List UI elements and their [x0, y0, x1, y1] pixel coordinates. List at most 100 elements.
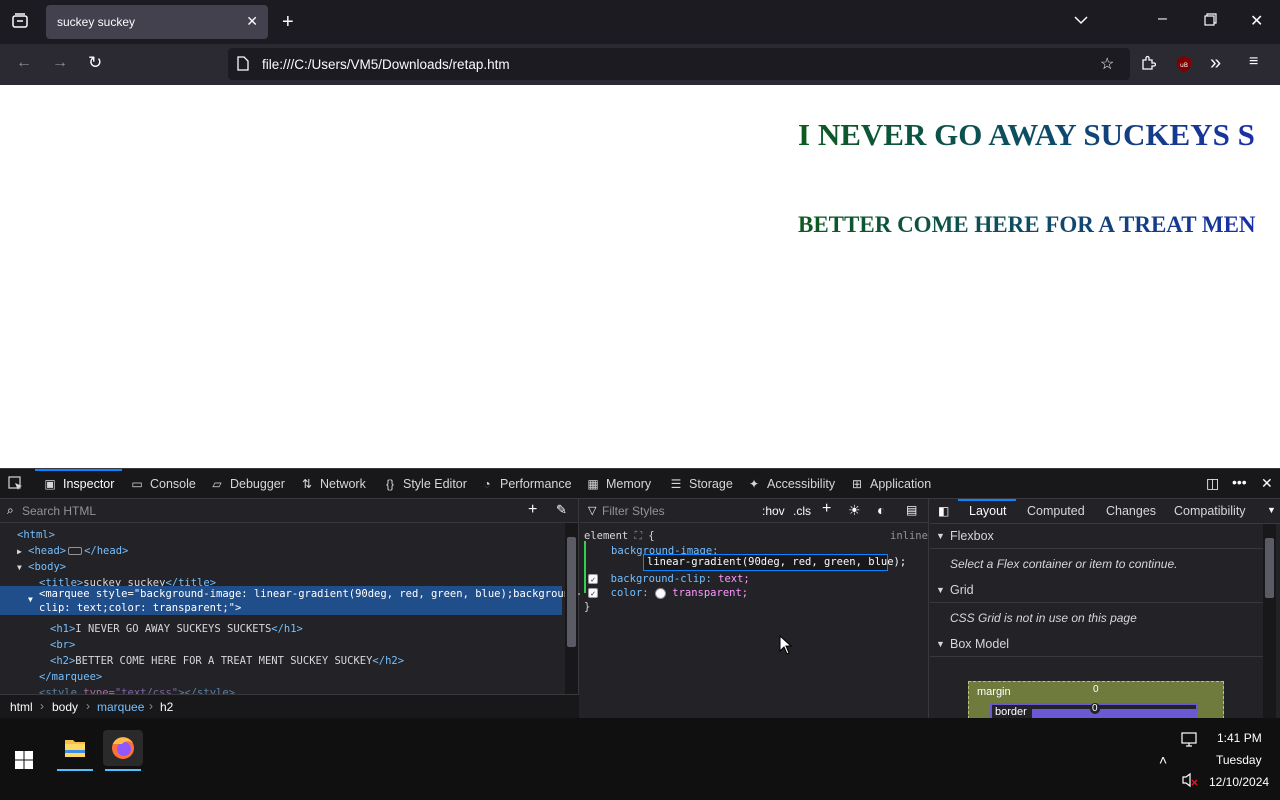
close-devtools-icon[interactable]: ✕: [1261, 475, 1273, 492]
network-icon[interactable]: [1181, 732, 1199, 751]
markup-line-body[interactable]: ▼ <body>: [17, 561, 66, 573]
eyedropper-icon[interactable]: ✎: [556, 502, 567, 518]
tab-computed[interactable]: Computed: [1027, 504, 1085, 518]
tab-compatibility[interactable]: Compatibility: [1174, 504, 1246, 518]
volume-muted-icon[interactable]: [1181, 772, 1199, 791]
dark-scheme-icon[interactable]: ◐: [877, 502, 885, 518]
tab-application[interactable]: ⊞ Application: [850, 469, 931, 499]
tab-strip: suckey suckey ✕ + – ✕: [0, 0, 1280, 44]
reload-icon[interactable]: ↻: [88, 53, 102, 73]
cls-button[interactable]: .cls: [793, 504, 811, 518]
tab-performance[interactable]: ◔ Performance: [480, 469, 571, 499]
more-tools-icon[interactable]: »: [1210, 52, 1221, 75]
sidebar-scrollbar[interactable]: [1263, 524, 1276, 719]
rule-source[interactable]: inline: [890, 530, 928, 542]
search-html-bar: ⌕ Search HTML + ✎: [0, 499, 579, 523]
tab-changes[interactable]: Changes: [1106, 504, 1156, 518]
decl-color[interactable]: ✓ color: transparent;: [588, 587, 748, 599]
clock-day[interactable]: Tuesday: [1216, 753, 1262, 767]
tab-debugger[interactable]: ▱ Debugger: [210, 469, 285, 499]
devtools-panel: ▣ Inspector ▭ Console ▱ Debugger ⇅ Network {…: [0, 468, 1280, 719]
box-model-section-header[interactable]: ▼ Box Model: [930, 631, 1263, 657]
rule-selector: element ⛶ {: [584, 530, 655, 542]
style-editor-icon: {}: [385, 477, 394, 491]
rules-toolbar: ▽ Filter Styles :hov .cls + ☀ ◐ ▤: [580, 499, 929, 523]
grid-section-header[interactable]: ▼ Grid: [930, 577, 1263, 603]
markup-line-marquee-selected[interactable]: ▼ <marquee style="background-image: line…: [0, 586, 583, 615]
bookmark-star-icon[interactable]: ☆: [1100, 54, 1114, 74]
grid-message: CSS Grid is not in use on this page: [950, 611, 1137, 625]
browser-tab[interactable]: suckey suckey ✕: [46, 5, 268, 39]
breadcrumb-body[interactable]: body: [52, 700, 78, 714]
checkbox-icon[interactable]: ✓: [588, 574, 598, 584]
firefox-taskbar-icon[interactable]: [103, 730, 143, 771]
scrollbar-thumb[interactable]: [567, 537, 576, 647]
breadcrumb-h2[interactable]: h2: [160, 700, 173, 714]
print-media-icon[interactable]: ▤: [906, 503, 917, 517]
url-text: file:///C:/Users/VM5/Downloads/retap.htm: [262, 57, 510, 72]
add-rule-icon[interactable]: +: [822, 500, 831, 518]
file-explorer-taskbar-icon[interactable]: [55, 730, 95, 771]
markup-line-html[interactable]: <html>: [17, 529, 55, 541]
tab-inspector[interactable]: ▣ Inspector: [34, 469, 123, 499]
windows-start-icon[interactable]: [15, 751, 33, 774]
markup-scrollbar[interactable]: [565, 523, 578, 694]
ublock-icon[interactable]: uB: [1176, 55, 1192, 78]
tab-layout[interactable]: Layout: [969, 504, 1007, 518]
decl-background-clip[interactable]: ✓ background-clip: text;: [588, 573, 750, 585]
show-hidden-icons-icon[interactable]: ˄: [1159, 752, 1167, 768]
hamburger-menu-icon[interactable]: ≡: [1249, 53, 1258, 71]
markup-line-head[interactable]: ▶ <head> </head>: [17, 545, 128, 557]
element-picker-icon[interactable]: [8, 476, 24, 497]
new-tab-icon[interactable]: +: [282, 11, 294, 34]
search-input[interactable]: Search HTML: [22, 504, 96, 518]
mouse-cursor-icon: [779, 634, 793, 660]
breadcrumb: html › body › marquee › h2: [0, 694, 579, 719]
url-bar[interactable]: file:///C:/Users/VM5/Downloads/retap.htm: [228, 48, 1130, 80]
restore-icon[interactable]: [1204, 13, 1217, 31]
dock-side-icon[interactable]: ◫: [1206, 475, 1219, 492]
tabs-overflow-icon[interactable]: ▼: [1267, 505, 1276, 515]
extensions-icon[interactable]: [1140, 55, 1157, 76]
breadcrumb-html[interactable]: html: [10, 700, 33, 714]
scrollbar-thumb[interactable]: [1265, 538, 1274, 598]
markup-line-br[interactable]: <br>: [50, 639, 75, 651]
tab-console[interactable]: ▭ Console: [130, 469, 196, 499]
markup-line-h2[interactable]: <h2>BETTER COME HERE FOR A TREAT MENT SU…: [50, 655, 404, 667]
tab-style-editor[interactable]: {} Style Editor: [383, 469, 467, 499]
inline-value-editor[interactable]: linear-gradient(90deg, red, green, blue)…: [643, 554, 906, 571]
tab-network[interactable]: ⇅ Network: [300, 469, 366, 499]
selected-tab-indicator: [958, 499, 1016, 501]
close-window-icon[interactable]: ✕: [1250, 11, 1263, 31]
hov-button[interactable]: :hov: [762, 504, 785, 518]
clock-date[interactable]: 12/10/2024: [1209, 775, 1269, 789]
tab-memory[interactable]: ▦ Memory: [586, 469, 651, 499]
margin-label: margin: [977, 686, 1011, 698]
back-icon[interactable]: ←: [16, 54, 32, 72]
minimize-icon[interactable]: –: [1158, 10, 1167, 28]
border-box: border 0: [990, 703, 1198, 718]
add-node-icon[interactable]: +: [528, 501, 537, 519]
filter-styles-input[interactable]: Filter Styles: [602, 504, 665, 518]
margin-value[interactable]: 0: [1093, 684, 1099, 695]
chevron-down-icon[interactable]: [1073, 12, 1089, 33]
close-tab-icon[interactable]: ✕: [246, 13, 258, 30]
markup-line-marquee-close[interactable]: </marquee>: [39, 671, 102, 683]
tab-list-icon[interactable]: [11, 12, 29, 35]
border-value[interactable]: 0: [1090, 703, 1100, 714]
page-heading-h2: BETTER COME HERE FOR A TREAT MEN: [798, 212, 1256, 237]
forward-icon[interactable]: →: [52, 54, 68, 72]
checkbox-icon[interactable]: ✓: [588, 588, 598, 598]
flexbox-section-header[interactable]: ▼ Flexbox: [930, 523, 1263, 549]
storage-icon: ☰: [670, 477, 682, 491]
debugger-icon: ▱: [212, 477, 222, 491]
tab-accessibility[interactable]: ✦ Accessibility: [747, 469, 835, 499]
more-options-icon[interactable]: •••: [1232, 474, 1247, 490]
running-indicator: [57, 769, 93, 771]
tab-storage[interactable]: ☰ Storage: [669, 469, 733, 499]
light-scheme-icon[interactable]: ☀: [848, 502, 861, 519]
clock-time[interactable]: 1:41 PM: [1217, 731, 1262, 745]
markup-line-h1[interactable]: <h1>I NEVER GO AWAY SUCKEYS SUCKETS</h1>: [50, 623, 303, 635]
breadcrumb-marquee[interactable]: marquee: [97, 700, 144, 714]
toggle-sidebar-icon[interactable]: ◧: [938, 504, 949, 518]
